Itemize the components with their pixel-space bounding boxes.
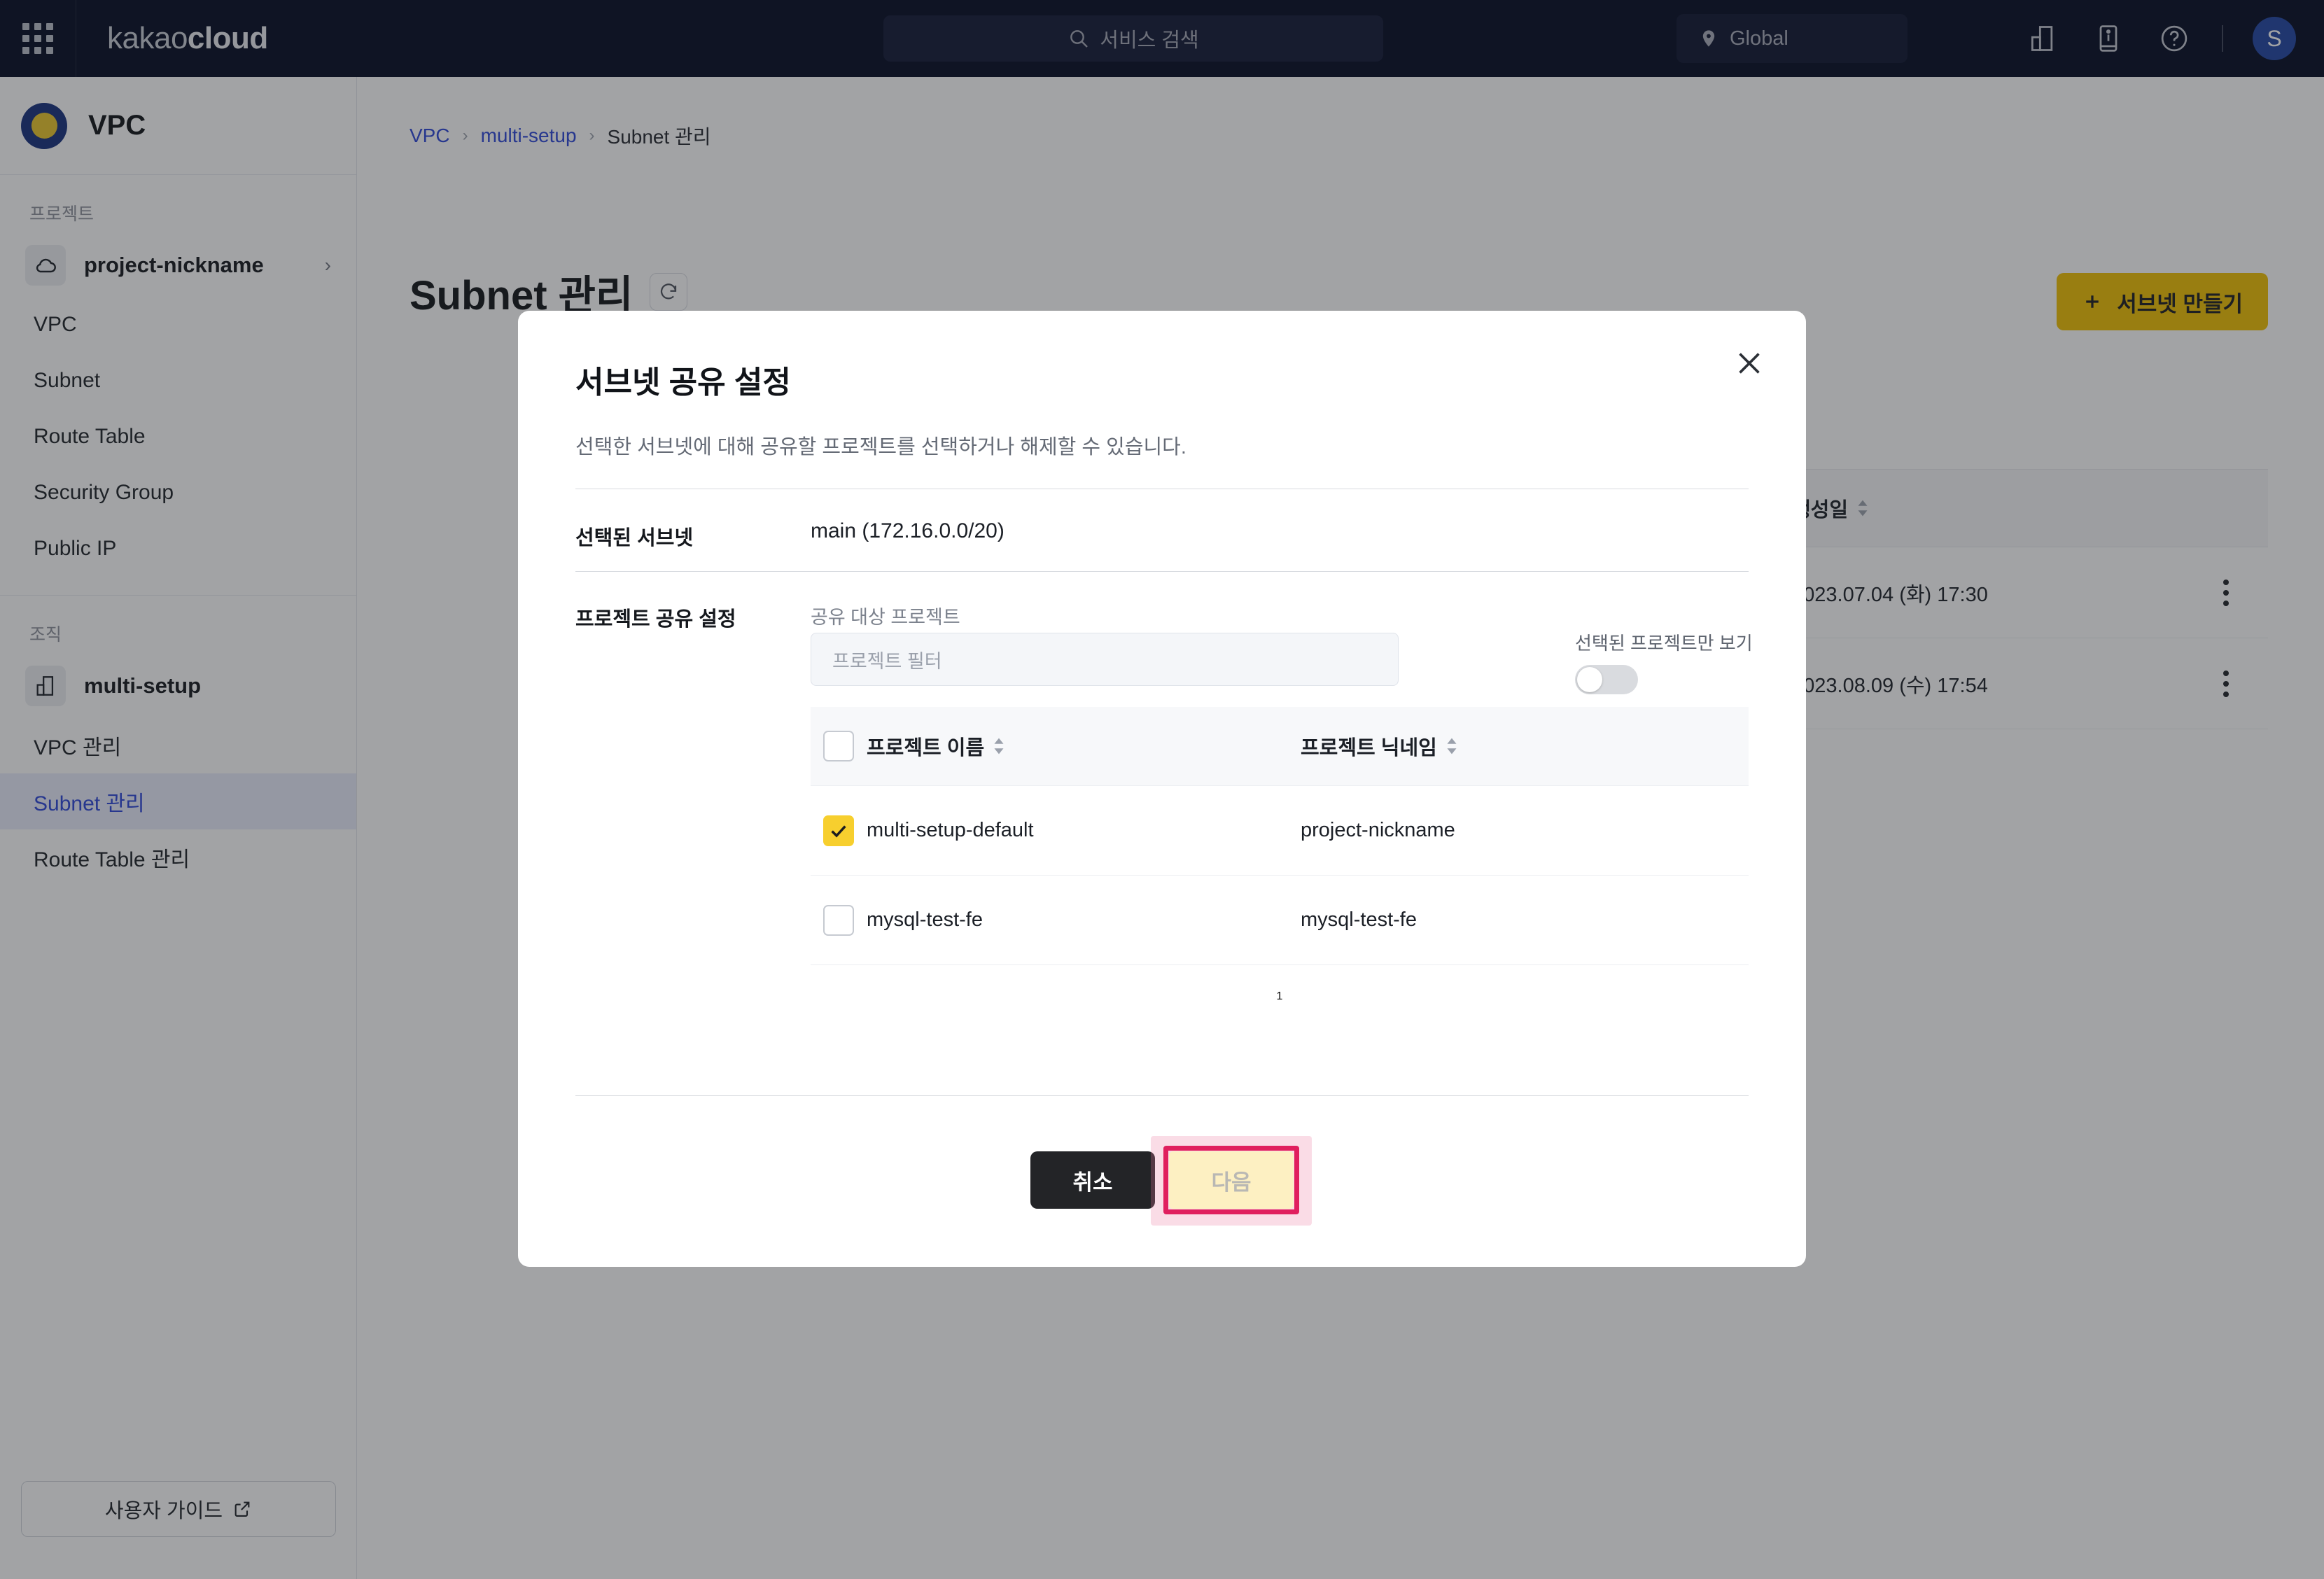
pagination-page-1[interactable]: 1 [1277, 990, 1283, 1003]
modal-title: 서브넷 공유 설정 [575, 365, 791, 400]
toggle-knob [1577, 667, 1602, 692]
column-header-project-nickname[interactable]: 프로젝트 닉네임 [1301, 731, 1749, 761]
column-header-project-name[interactable]: 프로젝트 이름 [867, 731, 1301, 761]
project-nickname-cell: project-nickname [1301, 819, 1455, 841]
column-header-project-name-label: 프로젝트 이름 [867, 737, 985, 759]
next-button[interactable]: 다음 [1169, 1151, 1294, 1209]
modal-description: 선택한 서브넷에 대해 공유할 프로젝트를 선택하거나 해제할 수 있습니다. [575, 436, 1186, 458]
selected-only-toggle-label: 선택된 프로젝트만 보기 [1575, 633, 1753, 654]
selected-only-toggle[interactable] [1575, 665, 1638, 694]
next-button-wrapper: 다음 [1151, 1136, 1312, 1226]
project-table-header: 프로젝트 이름 프로젝트 닉네임 [811, 707, 1749, 785]
selected-subnet-label: 선택된 서브넷 [575, 527, 694, 549]
project-filter-input[interactable]: 프로젝트 필터 [811, 633, 1399, 686]
select-all-checkbox[interactable] [823, 731, 854, 762]
modal-divider-footer [575, 1095, 1749, 1096]
sort-arrows-icon [993, 737, 1005, 755]
modal-action-buttons: 취소 다음 [518, 1136, 1806, 1226]
column-header-project-nickname-label: 프로젝트 닉네임 [1301, 737, 1437, 759]
project-name-cell: mysql-test-fe [867, 908, 983, 931]
selected-only-toggle-group: 선택된 프로젝트만 보기 [1575, 629, 1753, 694]
cancel-button[interactable]: 취소 [1030, 1151, 1155, 1209]
project-table-bottom-border [811, 964, 1749, 965]
selected-subnet-value: main (172.16.0.0/20) [811, 519, 1004, 542]
project-share-label: 프로젝트 공유 설정 [575, 608, 736, 631]
project-name-cell: multi-setup-default [867, 819, 1034, 841]
project-nickname-cell: mysql-test-fe [1301, 908, 1417, 931]
table-row[interactable]: mysql-test-fe mysql-test-fe [811, 875, 1749, 964]
row-checkbox[interactable] [823, 815, 854, 846]
target-project-label: 공유 대상 프로젝트 [811, 607, 960, 628]
sort-arrows-icon [1446, 737, 1458, 755]
modal-body: 서브넷 공유 설정 선택한 서브넷에 대해 공유할 프로젝트를 선택하거나 해제… [518, 311, 1806, 1267]
table-row[interactable]: multi-setup-default project-nickname [811, 785, 1749, 875]
project-filter-placeholder: 프로젝트 필터 [832, 650, 942, 672]
project-table: 프로젝트 이름 프로젝트 닉네임 multi-setup-default pro… [811, 707, 1749, 965]
row-checkbox-cell [811, 904, 867, 936]
row-checkbox[interactable] [823, 904, 854, 936]
modal-divider-mid [575, 571, 1749, 572]
row-checkbox-cell [811, 815, 867, 846]
select-all-checkbox-cell [811, 731, 867, 762]
pagination: 1 [811, 990, 1749, 1003]
